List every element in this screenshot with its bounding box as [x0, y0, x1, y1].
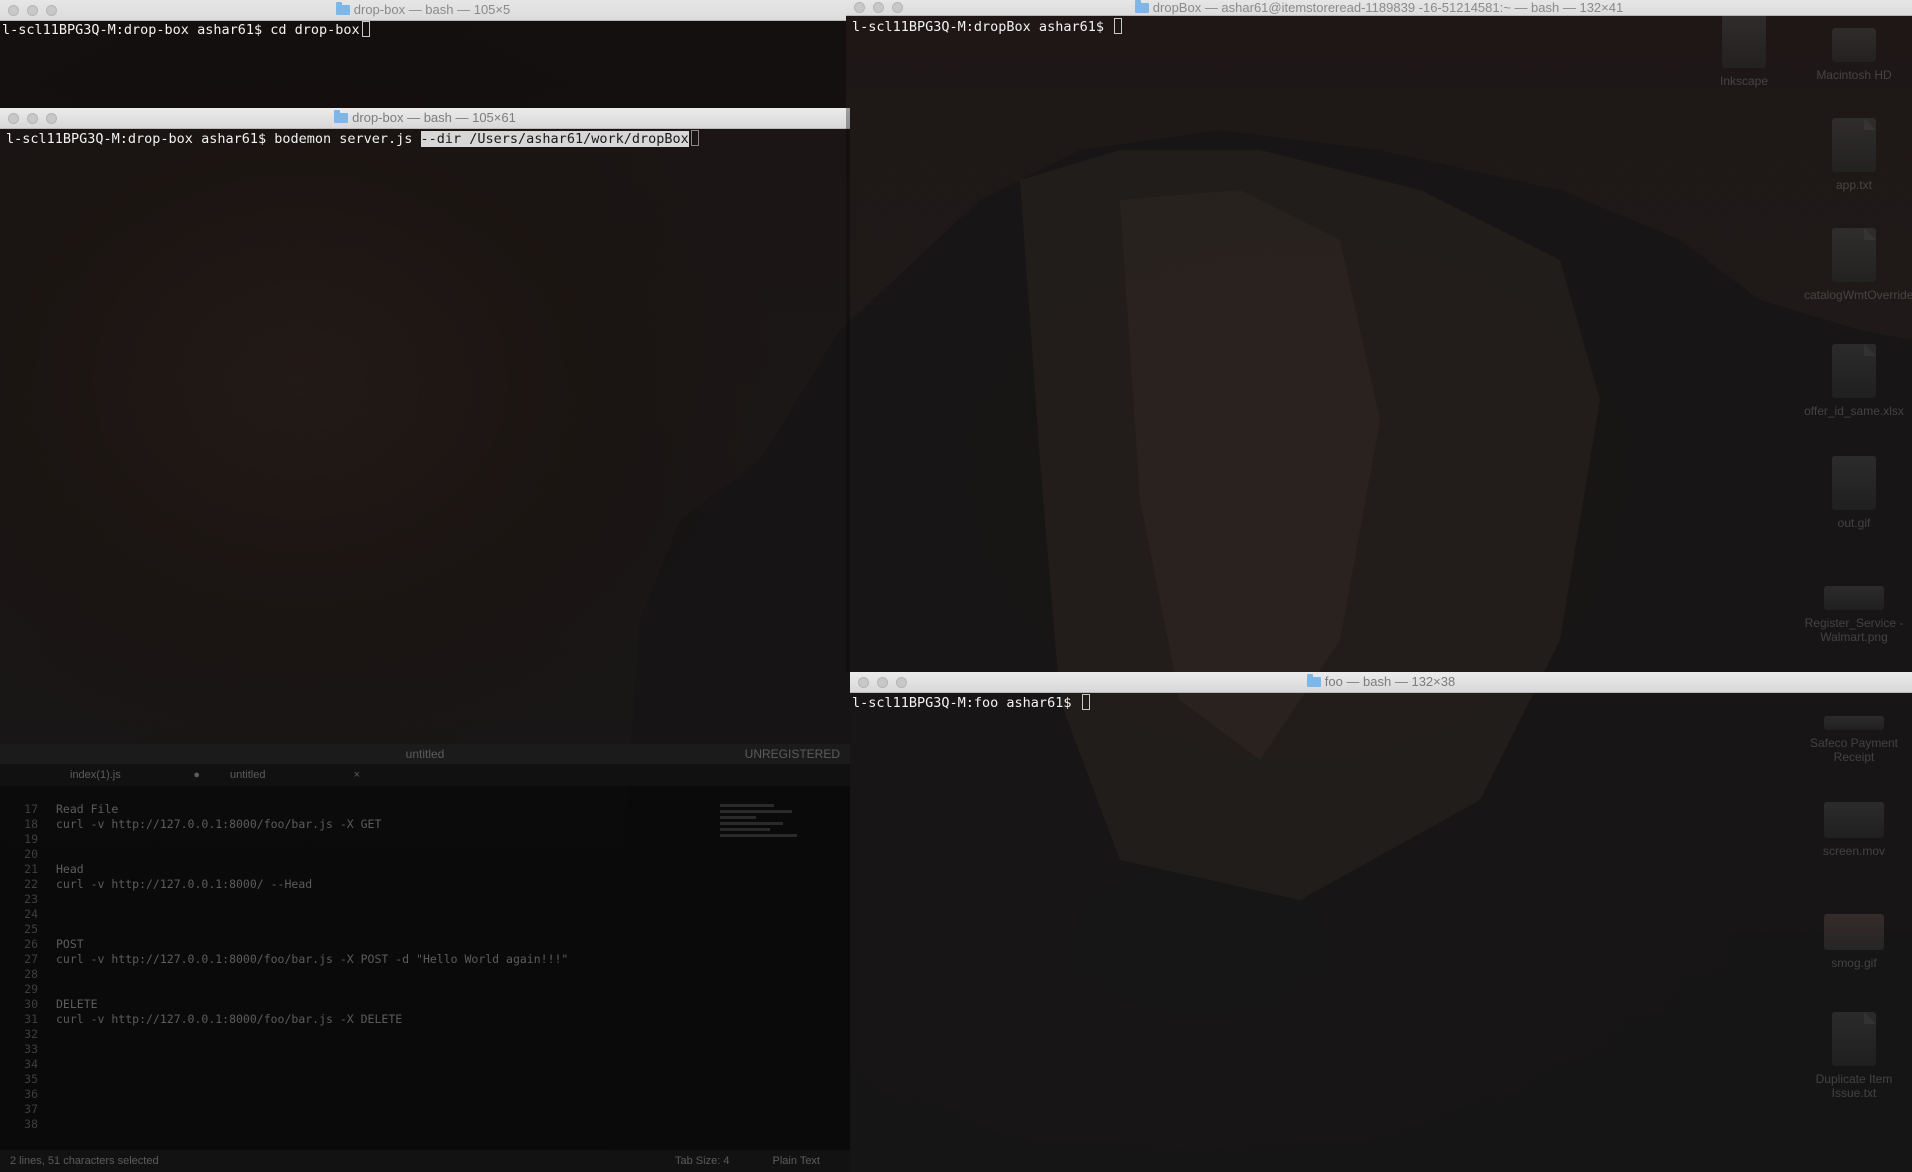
text-cursor: [690, 130, 699, 146]
editor-line: 30 DELETE: [24, 997, 98, 1011]
folder-icon: [1306, 674, 1321, 687]
editor-line: 35: [24, 1072, 38, 1086]
minimize-window-icon[interactable]: [27, 113, 38, 124]
editor-line: 32: [24, 1027, 38, 1041]
minimize-window-icon[interactable]: [27, 5, 38, 16]
terminal-title: foo — bash — 132×38: [1324, 674, 1456, 689]
text-cursor: [1081, 694, 1090, 710]
text-cursor: [361, 21, 370, 37]
syntax-selector[interactable]: Plain Text: [773, 1155, 821, 1167]
terminal-line: l-scl11BPG3Q-M:drop-box ashar61$ cd drop…: [2, 22, 360, 38]
window-controls: [8, 5, 57, 16]
editor-line: 28: [24, 967, 38, 981]
terminal-line: l-scl11BPG3Q-M:dropBox ashar61$: [852, 19, 1113, 35]
editor-line: 21 Head: [24, 862, 84, 876]
terminal-window-drop-box-main[interactable]: drop-box — bash — 105×61 l-scl11BPG3Q-M:…: [0, 108, 850, 744]
terminal-line: l-scl11BPG3Q-M:drop-box ashar61$ bodemon…: [6, 131, 421, 147]
terminal-output[interactable]: l-scl11BPG3Q-M:drop-box ashar61$ cd drop…: [2, 21, 842, 108]
editor-line: 37: [24, 1102, 38, 1116]
unregistered-label: UNREGISTERED: [744, 747, 840, 761]
terminal-titlebar[interactable]: foo — bash — 132×38: [850, 672, 1912, 693]
terminal-titlebar[interactable]: dropBox — ashar61@itemstoreread-1189839 …: [846, 0, 1912, 16]
editor-line: 33: [24, 1042, 38, 1056]
window-controls: [8, 113, 57, 124]
editor-line: 20: [24, 847, 38, 861]
editor-line: 34: [24, 1057, 38, 1071]
editor-content[interactable]: 17 Read File 18 curl -v http://127.0.0.1:8…: [0, 802, 568, 1132]
editor-line: 23: [24, 892, 38, 906]
editor-tab-label: index(1).js: [70, 769, 121, 781]
terminal-window-dropbox[interactable]: dropBox — ashar61@itemstoreread-1189839 …: [846, 0, 1912, 672]
editor-tabs: index(1).js ● untitled ×: [0, 764, 850, 786]
folder-icon: [335, 2, 350, 15]
close-icon[interactable]: ×: [354, 764, 360, 786]
folder-icon: [1134, 0, 1149, 13]
editor-titlebar[interactable]: untitled UNREGISTERED: [0, 744, 850, 764]
terminal-window-drop-box-small[interactable]: drop-box — bash — 105×5 l-scl11BPG3Q-M:d…: [0, 0, 846, 108]
terminal-titlebar[interactable]: drop-box — bash — 105×5: [0, 0, 846, 21]
editor-line: 29: [24, 982, 38, 996]
close-window-icon[interactable]: [8, 113, 19, 124]
folder-icon: [334, 110, 349, 123]
editor-line: 17 Read File: [24, 802, 119, 816]
editor-tab-index-js[interactable]: index(1).js ●: [60, 764, 220, 786]
text-editor-window[interactable]: untitled UNREGISTERED index(1).js ● unti…: [0, 744, 850, 1172]
editor-line: 22 curl -v http://127.0.0.1:8000/ --Head: [24, 877, 313, 891]
editor-title: untitled: [405, 747, 445, 761]
editor-line: 25: [24, 922, 38, 936]
window-controls: [858, 677, 907, 688]
window-controls: [854, 2, 903, 13]
editor-status-bar: 2 lines, 51 characters selected Tab Size…: [0, 1150, 850, 1172]
terminal-output[interactable]: l-scl11BPG3Q-M:foo ashar61$: [852, 694, 1908, 1172]
editor-line: 27 curl -v http://127.0.0.1:8000/foo/bar.…: [24, 952, 569, 966]
terminal-output[interactable]: l-scl11BPG3Q-M:drop-box ashar61$ bodemon…: [6, 130, 846, 744]
terminal-title: drop-box — bash — 105×61: [352, 110, 516, 125]
editor-line: 26 POST: [24, 937, 84, 951]
zoom-window-icon[interactable]: [896, 677, 907, 688]
close-window-icon[interactable]: [8, 5, 19, 16]
selection-status: 2 lines, 51 characters selected: [10, 1155, 159, 1167]
selected-text[interactable]: --dir /Users/ashar61/work/dropBox: [420, 131, 689, 147]
editor-line: 36: [24, 1087, 38, 1101]
terminal-titlebar[interactable]: drop-box — bash — 105×61: [0, 108, 850, 129]
editor-line: 38: [24, 1117, 38, 1131]
editor-line: 19: [24, 832, 38, 846]
minimize-window-icon[interactable]: [877, 677, 888, 688]
terminal-window-foo[interactable]: foo — bash — 132×38 l-scl11BPG3Q-M:foo a…: [850, 672, 1912, 1172]
editor-minimap[interactable]: [720, 804, 810, 874]
editor-tab-untitled[interactable]: untitled ×: [220, 764, 380, 786]
editor-line: 31 curl -v http://127.0.0.1:8000/foo/bar.…: [24, 1012, 403, 1026]
editor-tab-label: untitled: [230, 769, 266, 781]
editor-line: 18 curl -v http://127.0.0.1:8000/foo/bar.…: [24, 817, 382, 831]
unsaved-dot-icon[interactable]: ●: [193, 764, 200, 786]
terminal-title: drop-box — bash — 105×5: [353, 2, 511, 17]
zoom-window-icon[interactable]: [892, 2, 903, 13]
editor-line: 24: [24, 907, 38, 921]
minimize-window-icon[interactable]: [873, 2, 884, 13]
terminal-output[interactable]: l-scl11BPG3Q-M:dropBox ashar61$: [852, 18, 1908, 672]
terminal-title: dropBox — ashar61@itemstoreread-1189839 …: [1152, 0, 1624, 15]
zoom-window-icon[interactable]: [46, 113, 57, 124]
close-window-icon[interactable]: [854, 2, 865, 13]
close-window-icon[interactable]: [858, 677, 869, 688]
text-cursor: [1114, 18, 1123, 34]
tab-size-selector[interactable]: Tab Size: 4: [675, 1155, 729, 1167]
zoom-window-icon[interactable]: [46, 5, 57, 16]
terminal-line: l-scl11BPG3Q-M:foo ashar61$: [852, 695, 1080, 711]
